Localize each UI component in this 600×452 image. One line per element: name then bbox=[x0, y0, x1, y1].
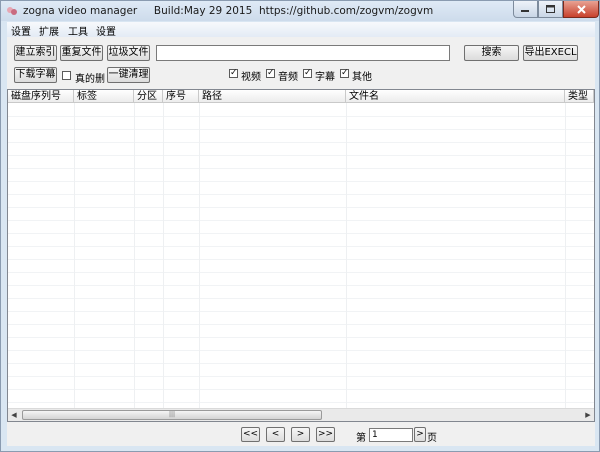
grid-column-line bbox=[134, 103, 135, 409]
app-window: zogna video manager Build:May 29 2015 ht… bbox=[0, 0, 600, 452]
column-header-path[interactable]: 路径 bbox=[199, 90, 346, 103]
grid-column-line bbox=[163, 103, 164, 409]
minimize-icon bbox=[521, 10, 529, 12]
grid-row-line bbox=[8, 194, 594, 195]
column-header-disk-serial[interactable]: 磁盘序列号 bbox=[8, 90, 74, 103]
maximize-icon bbox=[546, 5, 555, 13]
next-page-button[interactable]: > bbox=[291, 427, 310, 442]
filter-audio-label: 音频 bbox=[278, 72, 298, 83]
app-logo-icon bbox=[7, 7, 17, 15]
really-delete-label: 真的删 bbox=[75, 74, 105, 85]
one-click-clean-button[interactable]: 一键清理 bbox=[107, 67, 150, 83]
grid-row-line bbox=[8, 142, 594, 143]
window-title: zogna video manager Build:May 29 2015 ht… bbox=[23, 5, 434, 17]
grid-column-line bbox=[199, 103, 200, 409]
scroll-right-icon[interactable]: ▶ bbox=[582, 409, 594, 421]
filter-audio-checkbox[interactable] bbox=[266, 67, 275, 79]
grid-row-line bbox=[8, 246, 594, 247]
grid-row-line bbox=[8, 116, 594, 117]
page-suffix-label: 页 bbox=[427, 433, 437, 444]
grid-row-line bbox=[8, 272, 594, 273]
grid-column-line bbox=[346, 103, 347, 409]
scroll-thumb[interactable]: ||| bbox=[22, 410, 322, 420]
close-icon bbox=[576, 4, 586, 14]
scroll-left-icon[interactable]: ◀ bbox=[8, 409, 20, 421]
menu-tools[interactable]: 工具 bbox=[68, 23, 88, 38]
grid-column-line bbox=[565, 103, 566, 409]
junk-files-button[interactable]: 垃圾文件 bbox=[107, 45, 150, 61]
minimize-button[interactable] bbox=[513, 1, 538, 18]
grid-row-line bbox=[8, 324, 594, 325]
maximize-button[interactable] bbox=[538, 1, 563, 18]
grid-row-line bbox=[8, 376, 594, 377]
grid-row-line bbox=[8, 220, 594, 221]
page-number-input[interactable]: 1 bbox=[369, 428, 413, 442]
menu-settings-2[interactable]: 设置 bbox=[96, 23, 116, 38]
table-header: 磁盘序列号 标签 分区 序号 路径 文件名 类型 bbox=[8, 90, 594, 103]
filter-other-label: 其他 bbox=[352, 72, 372, 83]
menu-bar: 设置 扩展 工具 设置 bbox=[7, 22, 595, 38]
column-header-filename[interactable]: 文件名 bbox=[346, 90, 565, 103]
export-excel-button[interactable]: 导出EXECL bbox=[523, 45, 578, 61]
filter-video-label: 视频 bbox=[241, 72, 261, 83]
grid-row-line bbox=[8, 181, 594, 182]
grid-row-line bbox=[8, 363, 594, 364]
search-input[interactable] bbox=[156, 45, 450, 61]
duplicate-files-button[interactable]: 重复文件 bbox=[60, 45, 103, 61]
grid-row-line bbox=[8, 259, 594, 260]
grid-row-line bbox=[8, 168, 594, 169]
first-page-button[interactable]: << bbox=[241, 427, 260, 442]
close-button[interactable] bbox=[563, 1, 599, 18]
file-table[interactable]: 磁盘序列号 标签 分区 序号 路径 文件名 类型 ◀ ||| ▶ bbox=[7, 89, 595, 422]
search-button[interactable]: 搜索 bbox=[464, 45, 519, 61]
grid-column-line bbox=[74, 103, 75, 409]
download-subtitles-button[interactable]: 下载字幕 bbox=[14, 67, 57, 83]
client-area: 设置 扩展 工具 设置 建立索引 重复文件 垃圾文件 搜索 导出EXECL 下载… bbox=[7, 22, 595, 446]
grid-row-line bbox=[8, 207, 594, 208]
build-index-button[interactable]: 建立索引 bbox=[14, 45, 57, 61]
column-header-label[interactable]: 标签 bbox=[74, 90, 134, 103]
grid-row-line bbox=[8, 311, 594, 312]
column-header-type[interactable]: 类型 bbox=[565, 90, 594, 103]
horizontal-scrollbar[interactable]: ◀ ||| ▶ bbox=[8, 408, 594, 421]
filter-video-checkbox[interactable] bbox=[229, 67, 238, 79]
grid-row-line bbox=[8, 233, 594, 234]
last-page-button[interactable]: >> bbox=[316, 427, 335, 442]
grid-row-line bbox=[8, 298, 594, 299]
grid-row-line bbox=[8, 350, 594, 351]
filter-other-checkbox[interactable] bbox=[340, 67, 349, 79]
really-delete-checkbox[interactable] bbox=[62, 71, 71, 80]
title-bar[interactable]: zogna video manager Build:May 29 2015 ht… bbox=[1, 1, 599, 21]
column-header-index[interactable]: 序号 bbox=[163, 90, 199, 103]
grid-row-line bbox=[8, 155, 594, 156]
grid-row-line bbox=[8, 402, 594, 403]
filter-subtitle-checkbox[interactable] bbox=[303, 67, 312, 79]
filter-subtitle-label: 字幕 bbox=[315, 72, 335, 83]
grid-row-line bbox=[8, 337, 594, 338]
column-header-partition[interactable]: 分区 bbox=[134, 90, 163, 103]
menu-settings[interactable]: 设置 bbox=[11, 23, 31, 38]
grid-row-line bbox=[8, 285, 594, 286]
grid-row-line bbox=[8, 129, 594, 130]
go-page-button[interactable]: > bbox=[414, 427, 426, 442]
grid-row-line bbox=[8, 389, 594, 390]
menu-extend[interactable]: 扩展 bbox=[39, 23, 59, 38]
page-prefix-label: 第 bbox=[356, 433, 366, 444]
prev-page-button[interactable]: < bbox=[266, 427, 285, 442]
